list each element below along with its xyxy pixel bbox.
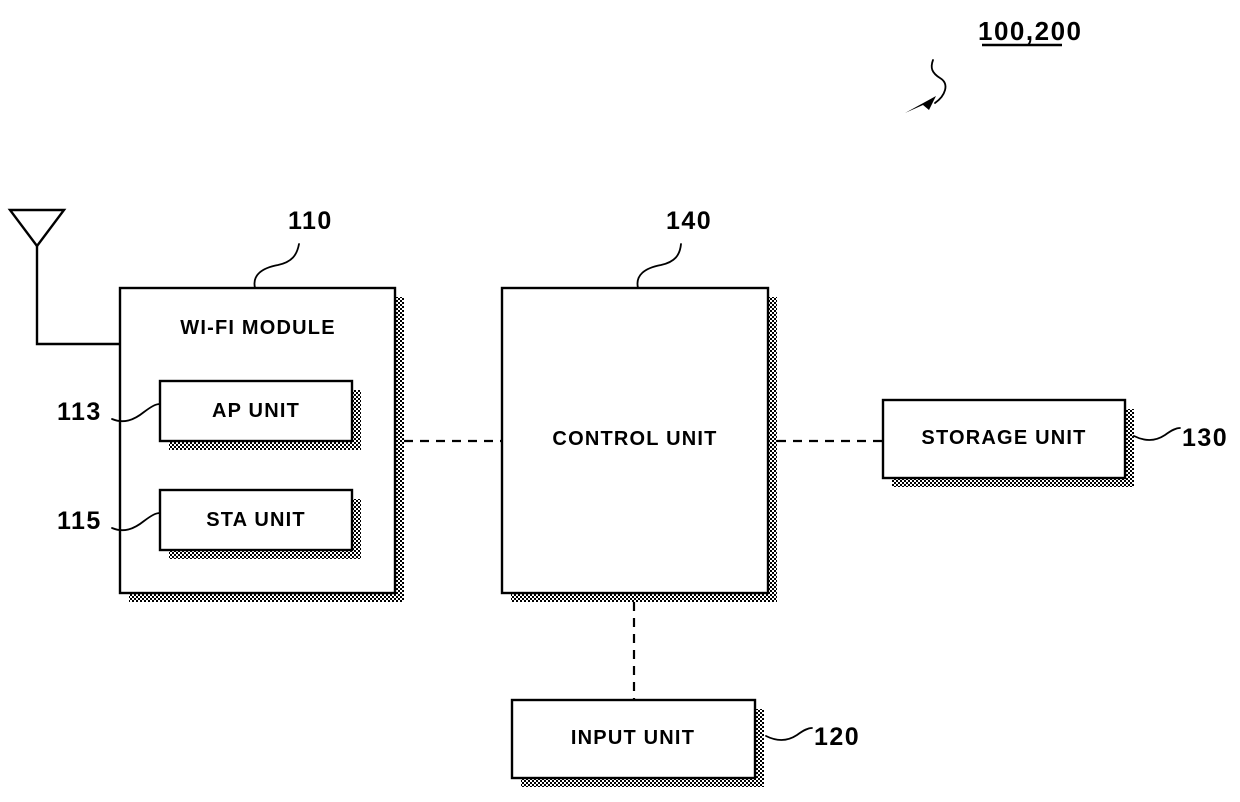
ref-number-110: 110 <box>288 207 333 235</box>
leader-140 <box>636 243 682 289</box>
antenna-feed-line <box>35 246 120 346</box>
wifi-module-label: WI-FI MODULE <box>180 317 336 339</box>
figure-canvas <box>7 43 1181 787</box>
leader-110 <box>253 243 300 289</box>
antenna-triangle <box>7 208 67 248</box>
leader-120 <box>765 727 813 741</box>
ref-number-113: 113 <box>57 398 102 426</box>
ref-number-115: 115 <box>57 507 102 535</box>
ref-number-120: 120 <box>814 723 861 751</box>
figure-title-group <box>905 43 1062 113</box>
title-arrow-icon <box>905 96 936 113</box>
sta-unit-label: STA UNIT <box>206 509 306 531</box>
leader-130 <box>1133 427 1181 441</box>
control-unit-label: CONTROL UNIT <box>552 428 718 450</box>
ref-number-140: 140 <box>666 207 713 235</box>
ap-unit-label: AP UNIT <box>211 400 301 422</box>
input-unit-label: INPUT UNIT <box>570 727 696 749</box>
antenna-icon <box>7 208 120 346</box>
title-leader-curve <box>930 59 947 104</box>
figure-title-ref: 100,200 <box>978 16 1083 46</box>
patent-figure: 100,200 WI-FI MODULE 110 AP UNIT 113 STA… <box>0 0 1240 802</box>
storage-unit-label: STORAGE UNIT <box>921 427 1087 449</box>
ref-number-130: 130 <box>1182 424 1229 452</box>
